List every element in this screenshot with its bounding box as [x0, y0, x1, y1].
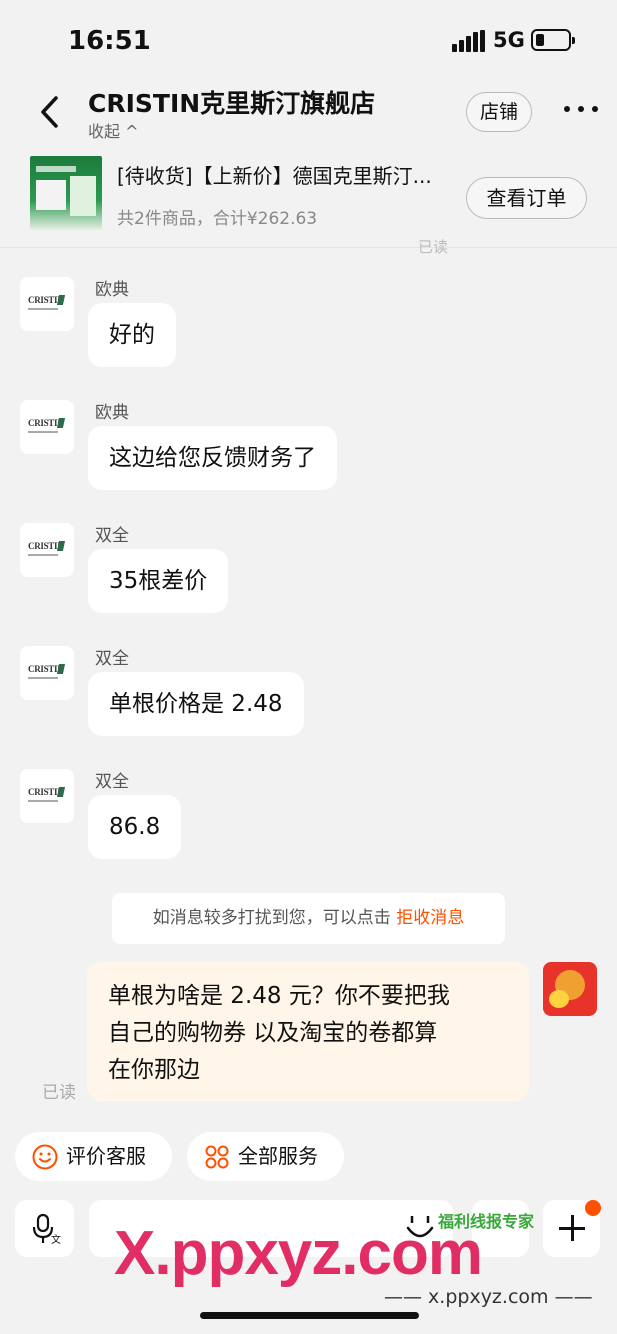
- notification-dot: [585, 1200, 601, 1216]
- signal-icon: [452, 30, 486, 52]
- message-line: 在你那边: [108, 1057, 200, 1083]
- chat-header: CRISTIN克里斯汀旗舰店 收起 ^ 店铺: [0, 80, 617, 150]
- all-services-button[interactable]: 全部服务: [187, 1132, 344, 1181]
- shop-name: CRISTIN克里斯汀旗舰店: [88, 89, 376, 118]
- svg-text:文: 文: [51, 1233, 61, 1245]
- sender-name: 欧典: [95, 280, 129, 300]
- shop-avatar[interactable]: CRISTIN: [20, 646, 74, 700]
- user-avatar[interactable]: [543, 962, 597, 1016]
- microphone-icon: 文: [32, 1213, 61, 1245]
- more-icon[interactable]: [564, 106, 598, 114]
- message-bubble[interactable]: 86.8: [88, 795, 182, 859]
- message-line: 单根为啥是 2.48 元？你不要把我: [108, 983, 450, 1009]
- message-bubble[interactable]: 好的: [88, 303, 176, 367]
- all-services-label: 全部服务: [238, 1144, 318, 1168]
- voice-input-button[interactable]: 文: [15, 1200, 74, 1257]
- order-card[interactable]: [待收货]【上新价】德国克里斯汀... 共2件商品，合计¥262.63 查看订单: [0, 150, 617, 248]
- notice-text: 如消息较多打扰到您，可以点击: [152, 908, 397, 928]
- collapse-toggle[interactable]: 收起 ^: [88, 118, 139, 142]
- sender-name: 双全: [95, 772, 129, 792]
- rate-service-label: 评价客服: [66, 1144, 146, 1168]
- status-time: 16:51: [68, 26, 151, 56]
- shop-avatar[interactable]: CRISTIN: [20, 277, 74, 331]
- shop-avatar[interactable]: CRISTIN: [20, 400, 74, 454]
- my-message-bubble[interactable]: 单根为啥是 2.48 元？你不要把我 自己的购物券 以及淘宝的卷都算 在你那边: [87, 962, 529, 1101]
- view-order-button[interactable]: 查看订单: [466, 177, 587, 219]
- sender-name: 双全: [95, 526, 129, 546]
- order-title: [待收货]【上新价】德国克里斯汀...: [117, 164, 432, 188]
- shop-button[interactable]: 店铺: [466, 92, 532, 132]
- battery-icon: [531, 29, 575, 51]
- sender-name: 双全: [95, 649, 129, 669]
- home-indicator: [200, 1312, 419, 1319]
- status-bar: 16:51 5G: [0, 0, 617, 80]
- grid-icon: [205, 1145, 229, 1169]
- smile-icon: [32, 1144, 58, 1170]
- back-arrow-icon[interactable]: [36, 94, 66, 130]
- shop-avatar[interactable]: CRISTIN: [20, 523, 74, 577]
- read-status: 已读: [418, 238, 449, 256]
- message-line: 自己的购物券 以及淘宝的卷都算: [108, 1020, 438, 1046]
- watermark-url: —— x.ppxyz.com ——: [384, 1286, 593, 1308]
- order-summary: 共2件商品，合计¥262.63: [117, 209, 318, 229]
- network-type: 5G: [493, 28, 525, 52]
- rate-service-button[interactable]: 评价客服: [15, 1132, 172, 1181]
- shop-avatar[interactable]: CRISTIN: [20, 769, 74, 823]
- sender-name: 欧典: [95, 403, 129, 423]
- message-bubble[interactable]: 35根差价: [88, 549, 229, 613]
- watermark-text: X.ppxyz.com: [114, 1219, 483, 1288]
- product-thumbnail: [30, 156, 102, 230]
- read-status: 已读: [42, 1083, 76, 1103]
- system-notice: 如消息较多打扰到您，可以点击 拒收消息: [112, 893, 505, 944]
- reject-messages-link[interactable]: 拒收消息: [396, 908, 464, 928]
- message-bubble[interactable]: 单根价格是 2.48: [88, 672, 304, 736]
- message-bubble[interactable]: 这边给您反馈财务了: [88, 426, 337, 490]
